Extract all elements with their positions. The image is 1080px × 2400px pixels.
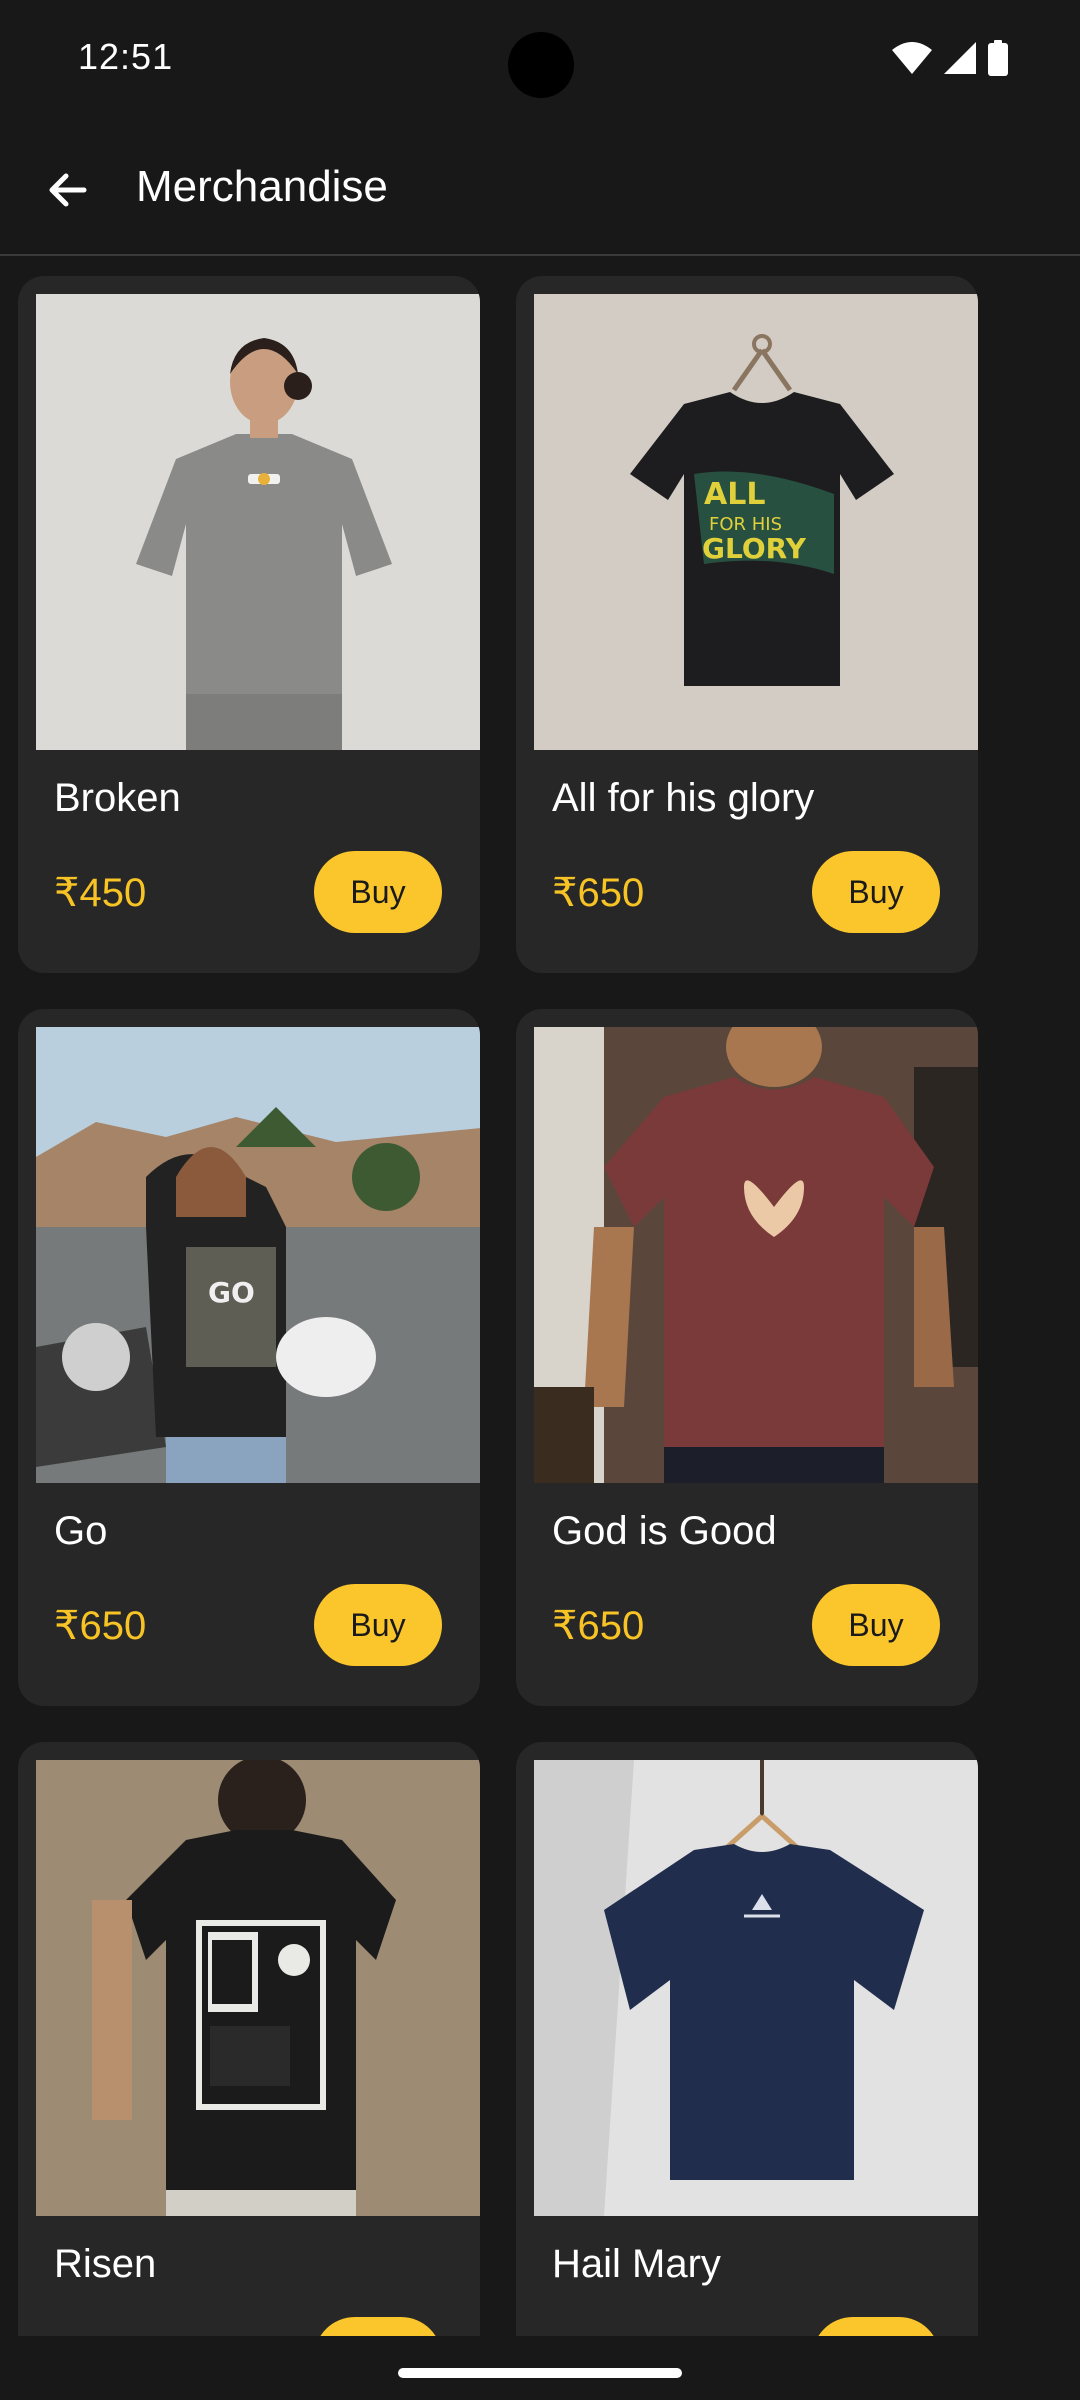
svg-text:GO: GO bbox=[208, 1276, 255, 1309]
product-price: ₹450 bbox=[54, 871, 147, 915]
buy-button[interactable]: Buy bbox=[812, 851, 940, 933]
product-image bbox=[534, 1027, 978, 1483]
svg-text:ALL: ALL bbox=[704, 477, 765, 512]
svg-text:GLORY: GLORY bbox=[702, 532, 807, 565]
product-image bbox=[36, 1760, 480, 2216]
product-price: ₹650 bbox=[552, 1604, 645, 1648]
buy-button[interactable] bbox=[314, 2317, 442, 2336]
product-price: ₹650 bbox=[552, 871, 645, 915]
product-image bbox=[36, 294, 480, 750]
product-name: Risen bbox=[54, 2242, 157, 2286]
product-card[interactable]: Hail Mary bbox=[516, 1742, 978, 2336]
product-price: ₹650 bbox=[54, 1604, 147, 1648]
buy-button[interactable]: Buy bbox=[812, 1584, 940, 1666]
signal-icon bbox=[944, 42, 976, 74]
back-button[interactable] bbox=[28, 152, 108, 232]
arrow-left-icon bbox=[44, 166, 92, 219]
buy-button[interactable] bbox=[812, 2317, 940, 2336]
product-card[interactable]: GO Go ₹650 Buy bbox=[18, 1009, 480, 1706]
buy-button[interactable]: Buy bbox=[314, 851, 442, 933]
status-bar: 12:51 bbox=[0, 0, 1080, 120]
product-name: Hail Mary bbox=[552, 2242, 721, 2286]
product-name: Broken bbox=[54, 776, 181, 820]
merchandise-screen: 12:51 Merchandise Broken ₹450 Buy ALL FO… bbox=[0, 0, 1080, 2400]
product-image: GO bbox=[36, 1027, 480, 1483]
product-name: God is Good bbox=[552, 1509, 777, 1553]
product-image bbox=[534, 1760, 978, 2216]
product-image: ALL FOR HIS GLORY bbox=[534, 294, 978, 750]
product-name: All for his glory bbox=[552, 776, 815, 820]
app-bar: Merchandise bbox=[0, 120, 1080, 256]
gesture-nav-handle[interactable] bbox=[398, 2368, 682, 2378]
product-card[interactable]: Broken ₹450 Buy bbox=[18, 276, 480, 973]
product-card[interactable]: God is Good ₹650 Buy bbox=[516, 1009, 978, 1706]
wifi-icon bbox=[892, 42, 932, 74]
camera-cutout bbox=[508, 32, 574, 98]
page-title: Merchandise bbox=[136, 162, 388, 211]
buy-button[interactable]: Buy bbox=[314, 1584, 442, 1666]
battery-icon bbox=[988, 40, 1008, 76]
status-icons bbox=[892, 40, 1008, 76]
product-name: Go bbox=[54, 1509, 108, 1553]
status-time: 12:51 bbox=[78, 36, 174, 77]
product-card[interactable]: Risen bbox=[18, 1742, 480, 2336]
product-list[interactable]: Broken ₹450 Buy ALL FOR HIS GLORY All fo… bbox=[0, 258, 1080, 2336]
product-card[interactable]: ALL FOR HIS GLORY All for his glory ₹650… bbox=[516, 276, 978, 973]
